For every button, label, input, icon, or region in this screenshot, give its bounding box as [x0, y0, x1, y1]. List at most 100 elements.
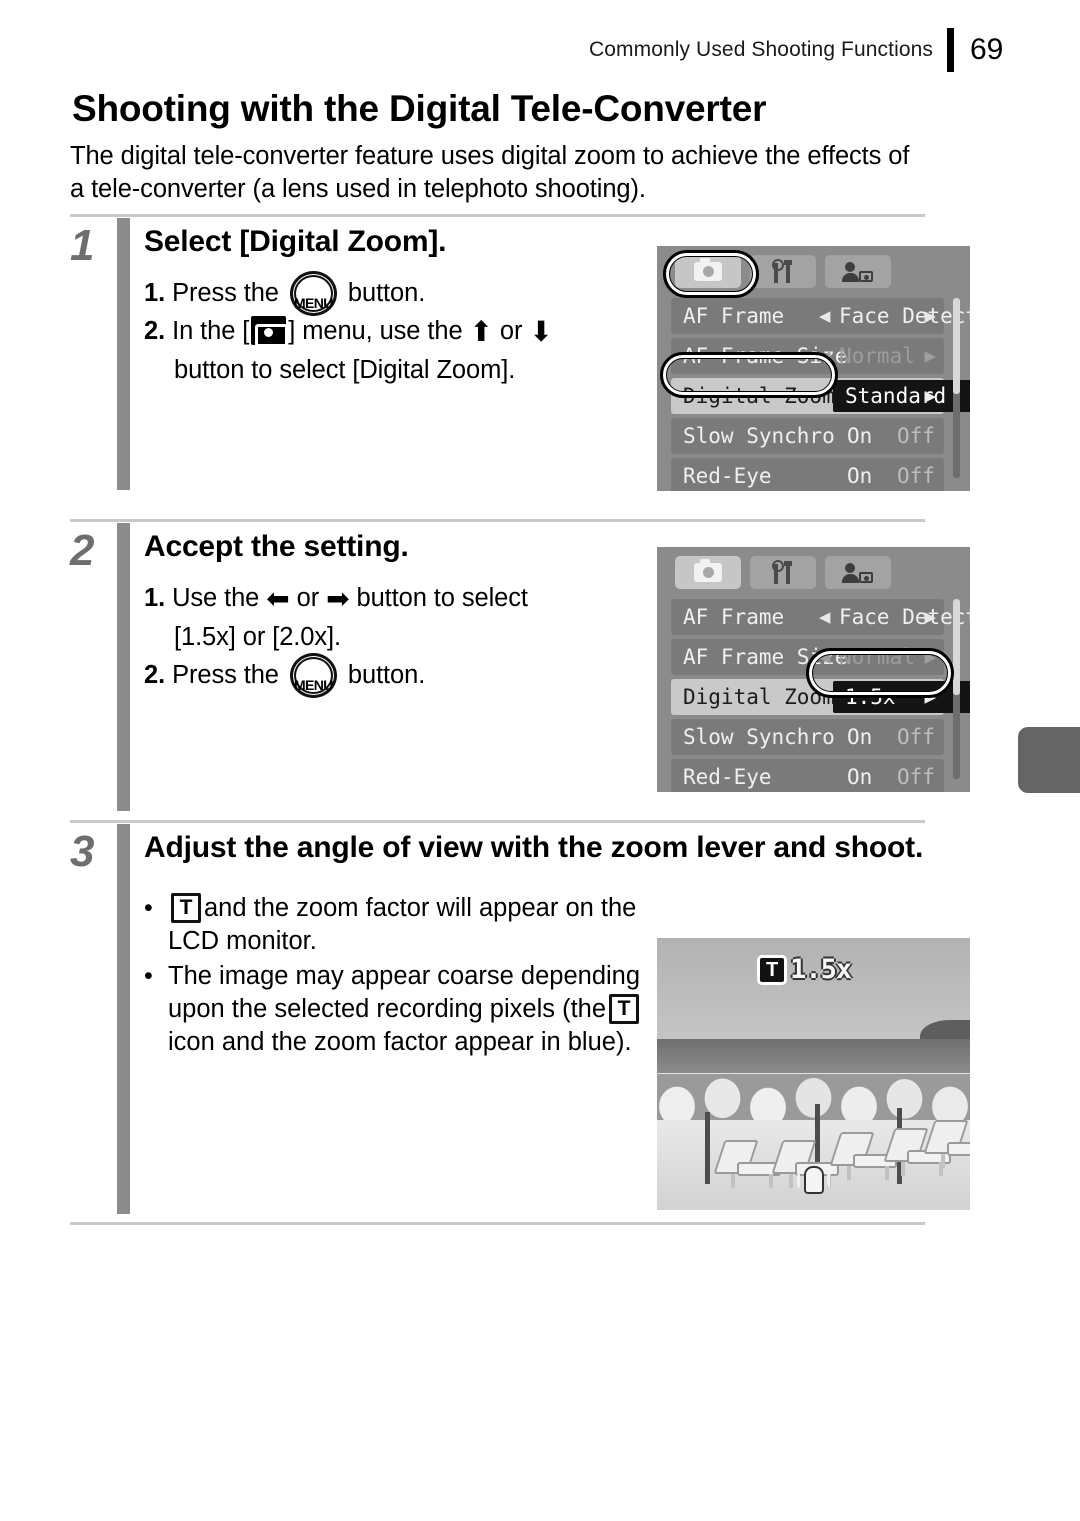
osd-zoom-factor: 1.5x — [790, 954, 852, 986]
menu-1-row-slow-synchro[interactable]: Slow Synchro On Off — [671, 418, 944, 454]
my-camera-icon — [825, 255, 891, 288]
menu-2-row-digital-zoom[interactable]: Digital Zoom 1.5x ▶ — [671, 679, 970, 715]
chevron-right-icon[interactable]: ▶ — [925, 686, 936, 708]
menu-1-tabs — [675, 255, 891, 288]
step-1-sub2-or: or — [499, 317, 523, 345]
step-1-sub2-text-c: button to select [Digital Zoom]. — [174, 356, 516, 384]
step-2-sub2-text-b: button. — [347, 661, 426, 689]
menu-screenshot-1: AF Frame ◀ Face Detect ▶ AF Frame Size ◀… — [657, 246, 970, 491]
step-3-bar — [117, 824, 130, 1214]
menu-2-row-slow-synchro[interactable]: Slow Synchro On Off — [671, 719, 944, 755]
menu-2-camera-tab[interactable] — [675, 556, 741, 589]
step-2-sub1-or: or — [296, 584, 320, 612]
lcd-preview-photo: 1.5x — [657, 938, 970, 1210]
bullet-icon: • — [144, 894, 153, 922]
photo-lounge-chair — [713, 1136, 783, 1189]
step-2-number: 2 — [70, 526, 95, 575]
menu-1-row-af-frame-size[interactable]: AF Frame Size ◀ Normal ▶ — [671, 338, 944, 374]
menu-1-row-red-eye[interactable]: Red-Eye On Off — [671, 458, 944, 491]
step-2-sub1-text-c: [1.5x] or [2.0x]. — [174, 623, 341, 651]
bullet-2-label-a: The image may appear coarse depending up… — [168, 962, 641, 1023]
divider-bottom — [70, 1222, 925, 1225]
chevron-left-icon: ◀ — [819, 345, 831, 367]
menu-1-row-digital-zoom[interactable]: Digital Zoom Standard ▶ — [671, 378, 970, 414]
menu-2-row-af-frame-size[interactable]: AF Frame Size ◀ Normal ▶ — [671, 639, 944, 675]
menu-2-row-red-eye[interactable]: Red-Eye On Off — [671, 759, 944, 792]
page-header: Commonly Used Shooting Functions 69 — [0, 28, 1010, 72]
row-value-box: Standard — [833, 380, 970, 412]
bullet-2-label-b: icon and the zoom factor appear in blue)… — [168, 1028, 632, 1056]
chevron-right-icon[interactable]: ▶ — [925, 385, 936, 407]
step-2-sub2-text-a: Press the — [172, 661, 279, 689]
step-2-substeps: 1. Use the ⬅ or ➡ button to select [1.5x… — [144, 579, 704, 698]
left-arrow-icon: ⬅ — [266, 583, 290, 614]
row-label: Digital Zoom — [683, 685, 835, 709]
row-label: AF Frame — [683, 304, 785, 328]
step-1-sub2-text-a: In the [ — [172, 317, 250, 345]
row-value-off: Off — [897, 765, 935, 789]
photo-lounge-chair — [923, 1116, 970, 1169]
step-3-heading: Adjust the angle of view with the zoom l… — [144, 831, 924, 864]
menu-1-tools-tab[interactable] — [750, 255, 816, 288]
menu-button-icon: MENU — [289, 271, 337, 316]
photo-sea — [657, 1038, 970, 1077]
menu-1-camera-tab[interactable] — [675, 255, 741, 288]
row-value: Normal — [839, 344, 915, 368]
menu-2-my-camera-tab[interactable] — [825, 556, 891, 589]
chevron-left-icon[interactable]: ◀ — [819, 305, 830, 327]
tele-icon — [171, 893, 201, 923]
row-value-box: 1.5x — [833, 681, 970, 713]
step-1-number: 1 — [70, 221, 95, 270]
row-value-on: On — [847, 725, 873, 749]
row-value: Face Detect — [839, 605, 970, 629]
bullet-icon: • — [144, 962, 153, 990]
my-camera-icon — [825, 556, 891, 589]
chevron-left-icon: ◀ — [819, 646, 831, 668]
step-2-sub1-text-b: button to select — [356, 584, 528, 612]
row-value-off: Off — [897, 725, 935, 749]
row-value: Face Detect — [839, 304, 970, 328]
menu-1-my-camera-tab[interactable] — [825, 255, 891, 288]
bullet-1-text: and the zoom factor will appear on the L… — [168, 892, 644, 958]
step-3-bullets: • and the zoom factor will appear on the… — [144, 892, 644, 1059]
step-1-sub2-number: 2. — [144, 317, 166, 345]
chevron-right-icon[interactable]: ▶ — [925, 606, 936, 628]
up-arrow-icon: ⬆ — [469, 316, 493, 347]
chevron-right-icon: ▶ — [924, 345, 936, 367]
menu-2-tabs — [675, 556, 891, 589]
page-number: 69 — [970, 33, 1004, 66]
step-2-bar — [117, 523, 130, 811]
chevron-right-icon: ▶ — [924, 646, 936, 668]
menu-2-scrollbar[interactable] — [953, 599, 960, 779]
chevron-right-icon[interactable]: ▶ — [925, 305, 936, 327]
menu-1-rows: AF Frame ◀ Face Detect ▶ AF Frame Size ◀… — [671, 298, 970, 491]
step-2-sub1-text-a: Use the — [172, 584, 260, 612]
right-arrow-icon: ➡ — [326, 583, 350, 614]
chevron-left-icon[interactable]: ◀ — [819, 606, 830, 628]
tele-icon — [757, 954, 788, 985]
menu-2-tools-tab[interactable] — [750, 556, 816, 589]
divider-step-1-top — [70, 214, 925, 217]
chapter-thumb-tab — [1018, 727, 1080, 793]
step-1-heading: Select [Digital Zoom]. — [144, 225, 447, 258]
tools-icon — [750, 556, 816, 589]
row-value-off: Off — [897, 464, 935, 488]
step-3-number: 3 — [70, 827, 95, 876]
divider-step-2-top — [70, 519, 925, 522]
menu-1-row-af-frame[interactable]: AF Frame ◀ Face Detect ▶ — [671, 298, 970, 334]
menu-1-scrollbar[interactable] — [953, 298, 960, 478]
row-label: Slow Synchro — [683, 725, 835, 749]
menu-screenshot-2: AF Frame ◀ Face Detect ▶ AF Frame Size ◀… — [657, 547, 970, 792]
camera-icon — [675, 556, 741, 589]
down-arrow-icon: ⬇ — [529, 316, 553, 347]
lcd-osd-overlay: 1.5x — [757, 954, 852, 986]
row-label: Digital Zoom — [683, 384, 835, 408]
step-1-sub1-number: 1. — [144, 279, 166, 307]
menu-2-row-af-frame[interactable]: AF Frame ◀ Face Detect ▶ — [671, 599, 970, 635]
camera-menu-icon — [251, 316, 289, 347]
divider-step-3-top — [70, 820, 925, 823]
tele-icon — [609, 994, 640, 1024]
step-1-sub1-text-a: Press the — [172, 279, 279, 307]
page-title: Shooting with the Digital Tele-Converter — [72, 88, 767, 129]
row-label: AF Frame — [683, 605, 785, 629]
